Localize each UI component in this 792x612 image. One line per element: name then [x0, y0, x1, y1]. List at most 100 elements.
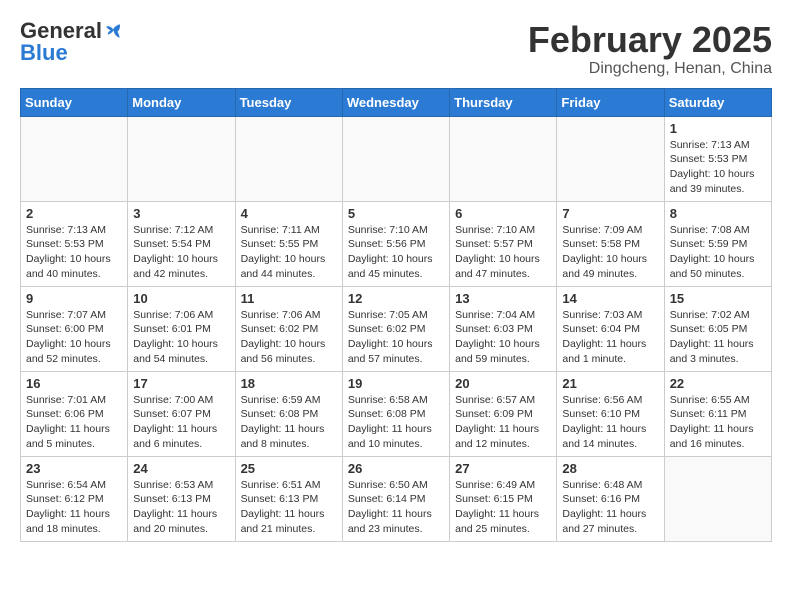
- calendar-cell: 20 Sunrise: 6:57 AM Sunset: 6:09 PM Dayli…: [450, 371, 557, 456]
- day-number: 1: [670, 121, 766, 136]
- day-number: 4: [241, 206, 337, 221]
- weekday-header: Monday: [128, 88, 235, 116]
- day-info: Sunrise: 7:01 AM Sunset: 6:06 PM Dayligh…: [26, 393, 122, 452]
- day-info: Sunrise: 7:08 AM Sunset: 5:59 PM Dayligh…: [670, 223, 766, 282]
- day-number: 27: [455, 461, 551, 476]
- calendar-cell: 21Sunrise: 6:56 AM Sunset: 6:10 PM Dayli…: [557, 371, 664, 456]
- weekday-header: Thursday: [450, 88, 557, 116]
- day-info: Sunrise: 6:51 AM Sunset: 6:13 PM Dayligh…: [241, 478, 337, 537]
- day-number: 19: [348, 376, 444, 391]
- calendar-cell: 27 Sunrise: 6:49 AM Sunset: 6:15 PM Dayli…: [450, 456, 557, 541]
- day-info: Sunrise: 7:04 AM Sunset: 6:03 PM Dayligh…: [455, 308, 551, 367]
- day-number: 23: [26, 461, 122, 476]
- location-text: Dingcheng, Henan, China: [528, 60, 772, 78]
- calendar-cell: 4Sunrise: 7:11 AM Sunset: 5:55 PM Daylig…: [235, 201, 342, 286]
- calendar-table: SundayMondayTuesdayWednesdayThursdayFrid…: [20, 88, 772, 542]
- day-number: 3: [133, 206, 229, 221]
- logo-blue-text: Blue: [20, 42, 68, 64]
- calendar-week-row: 16 Sunrise: 7:01 AM Sunset: 6:06 PM Dayli…: [21, 371, 772, 456]
- day-number: 16: [26, 376, 122, 391]
- day-info: Sunrise: 7:06 AM Sunset: 6:02 PM Dayligh…: [241, 308, 337, 367]
- calendar-cell: 7Sunrise: 7:09 AM Sunset: 5:58 PM Daylig…: [557, 201, 664, 286]
- day-number: 9: [26, 291, 122, 306]
- calendar-cell: 6 Sunrise: 7:10 AM Sunset: 5:57 PM Daylig…: [450, 201, 557, 286]
- day-info: Sunrise: 6:49 AM Sunset: 6:15 PM Dayligh…: [455, 478, 551, 537]
- day-info: Sunrise: 7:12 AM Sunset: 5:54 PM Dayligh…: [133, 223, 229, 282]
- day-number: 2: [26, 206, 122, 221]
- day-info: Sunrise: 6:50 AM Sunset: 6:14 PM Dayligh…: [348, 478, 444, 537]
- day-info: Sunrise: 6:53 AM Sunset: 6:13 PM Dayligh…: [133, 478, 229, 537]
- calendar-cell: 13 Sunrise: 7:04 AM Sunset: 6:03 PM Dayli…: [450, 286, 557, 371]
- weekday-header: Sunday: [21, 88, 128, 116]
- calendar-cell: [128, 116, 235, 201]
- calendar-cell: [664, 456, 771, 541]
- calendar-cell: 5Sunrise: 7:10 AM Sunset: 5:56 PM Daylig…: [342, 201, 449, 286]
- logo-general-text: General: [20, 20, 102, 42]
- calendar-cell: 15 Sunrise: 7:02 AM Sunset: 6:05 PM Dayli…: [664, 286, 771, 371]
- calendar-cell: 22Sunrise: 6:55 AM Sunset: 6:11 PM Dayli…: [664, 371, 771, 456]
- calendar-cell: 17 Sunrise: 7:00 AM Sunset: 6:07 PM Dayli…: [128, 371, 235, 456]
- calendar-cell: 1 Sunrise: 7:13 AM Sunset: 5:53 PM Daylig…: [664, 116, 771, 201]
- day-info: Sunrise: 7:10 AM Sunset: 5:57 PM Dayligh…: [455, 223, 551, 282]
- calendar-week-row: 9 Sunrise: 7:07 AM Sunset: 6:00 PM Daylig…: [21, 286, 772, 371]
- day-info: Sunrise: 6:58 AM Sunset: 6:08 PM Dayligh…: [348, 393, 444, 452]
- day-number: 25: [241, 461, 337, 476]
- day-number: 15: [670, 291, 766, 306]
- day-number: 22: [670, 376, 766, 391]
- day-number: 18: [241, 376, 337, 391]
- calendar-cell: 19 Sunrise: 6:58 AM Sunset: 6:08 PM Dayli…: [342, 371, 449, 456]
- day-info: Sunrise: 7:00 AM Sunset: 6:07 PM Dayligh…: [133, 393, 229, 452]
- calendar-cell: [21, 116, 128, 201]
- day-number: 11: [241, 291, 337, 306]
- day-number: 13: [455, 291, 551, 306]
- calendar-cell: 14 Sunrise: 7:03 AM Sunset: 6:04 PM Dayli…: [557, 286, 664, 371]
- day-number: 14: [562, 291, 658, 306]
- calendar-cell: [450, 116, 557, 201]
- day-info: Sunrise: 7:02 AM Sunset: 6:05 PM Dayligh…: [670, 308, 766, 367]
- day-info: Sunrise: 6:48 AM Sunset: 6:16 PM Dayligh…: [562, 478, 658, 537]
- title-block: February 2025 Dingcheng, Henan, China: [528, 20, 772, 78]
- day-number: 20: [455, 376, 551, 391]
- day-number: 6: [455, 206, 551, 221]
- day-info: Sunrise: 6:57 AM Sunset: 6:09 PM Dayligh…: [455, 393, 551, 452]
- logo: General Blue: [20, 20, 122, 64]
- calendar-cell: 10Sunrise: 7:06 AM Sunset: 6:01 PM Dayli…: [128, 286, 235, 371]
- calendar-cell: 3 Sunrise: 7:12 AM Sunset: 5:54 PM Daylig…: [128, 201, 235, 286]
- weekday-header: Wednesday: [342, 88, 449, 116]
- day-info: Sunrise: 7:03 AM Sunset: 6:04 PM Dayligh…: [562, 308, 658, 367]
- logo-bird-icon: [104, 22, 122, 40]
- day-info: Sunrise: 7:07 AM Sunset: 6:00 PM Dayligh…: [26, 308, 122, 367]
- day-info: Sunrise: 7:05 AM Sunset: 6:02 PM Dayligh…: [348, 308, 444, 367]
- day-number: 10: [133, 291, 229, 306]
- day-number: 12: [348, 291, 444, 306]
- calendar-cell: 16 Sunrise: 7:01 AM Sunset: 6:06 PM Dayli…: [21, 371, 128, 456]
- calendar-cell: 23 Sunrise: 6:54 AM Sunset: 6:12 PM Dayli…: [21, 456, 128, 541]
- day-info: Sunrise: 7:10 AM Sunset: 5:56 PM Dayligh…: [348, 223, 444, 282]
- calendar-cell: 11 Sunrise: 7:06 AM Sunset: 6:02 PM Dayli…: [235, 286, 342, 371]
- weekday-header-row: SundayMondayTuesdayWednesdayThursdayFrid…: [21, 88, 772, 116]
- calendar-cell: 9 Sunrise: 7:07 AM Sunset: 6:00 PM Daylig…: [21, 286, 128, 371]
- day-number: 24: [133, 461, 229, 476]
- day-number: 17: [133, 376, 229, 391]
- calendar-cell: 2 Sunrise: 7:13 AM Sunset: 5:53 PM Daylig…: [21, 201, 128, 286]
- calendar-week-row: 1 Sunrise: 7:13 AM Sunset: 5:53 PM Daylig…: [21, 116, 772, 201]
- calendar-cell: [235, 116, 342, 201]
- day-info: Sunrise: 6:54 AM Sunset: 6:12 PM Dayligh…: [26, 478, 122, 537]
- weekday-header: Saturday: [664, 88, 771, 116]
- day-number: 26: [348, 461, 444, 476]
- page-header: General Blue February 2025 Dingcheng, He…: [20, 20, 772, 78]
- calendar-cell: 28 Sunrise: 6:48 AM Sunset: 6:16 PM Dayli…: [557, 456, 664, 541]
- calendar-cell: 8Sunrise: 7:08 AM Sunset: 5:59 PM Daylig…: [664, 201, 771, 286]
- calendar-week-row: 23 Sunrise: 6:54 AM Sunset: 6:12 PM Dayli…: [21, 456, 772, 541]
- calendar-cell: 12 Sunrise: 7:05 AM Sunset: 6:02 PM Dayli…: [342, 286, 449, 371]
- calendar-cell: [557, 116, 664, 201]
- calendar-cell: 26 Sunrise: 6:50 AM Sunset: 6:14 PM Dayli…: [342, 456, 449, 541]
- calendar-week-row: 2 Sunrise: 7:13 AM Sunset: 5:53 PM Daylig…: [21, 201, 772, 286]
- day-number: 28: [562, 461, 658, 476]
- day-info: Sunrise: 7:09 AM Sunset: 5:58 PM Dayligh…: [562, 223, 658, 282]
- calendar-cell: 25 Sunrise: 6:51 AM Sunset: 6:13 PM Dayli…: [235, 456, 342, 541]
- day-info: Sunrise: 7:13 AM Sunset: 5:53 PM Dayligh…: [26, 223, 122, 282]
- calendar-cell: 18Sunrise: 6:59 AM Sunset: 6:08 PM Dayli…: [235, 371, 342, 456]
- day-info: Sunrise: 7:13 AM Sunset: 5:53 PM Dayligh…: [670, 138, 766, 197]
- day-info: Sunrise: 6:56 AM Sunset: 6:10 PM Dayligh…: [562, 393, 658, 452]
